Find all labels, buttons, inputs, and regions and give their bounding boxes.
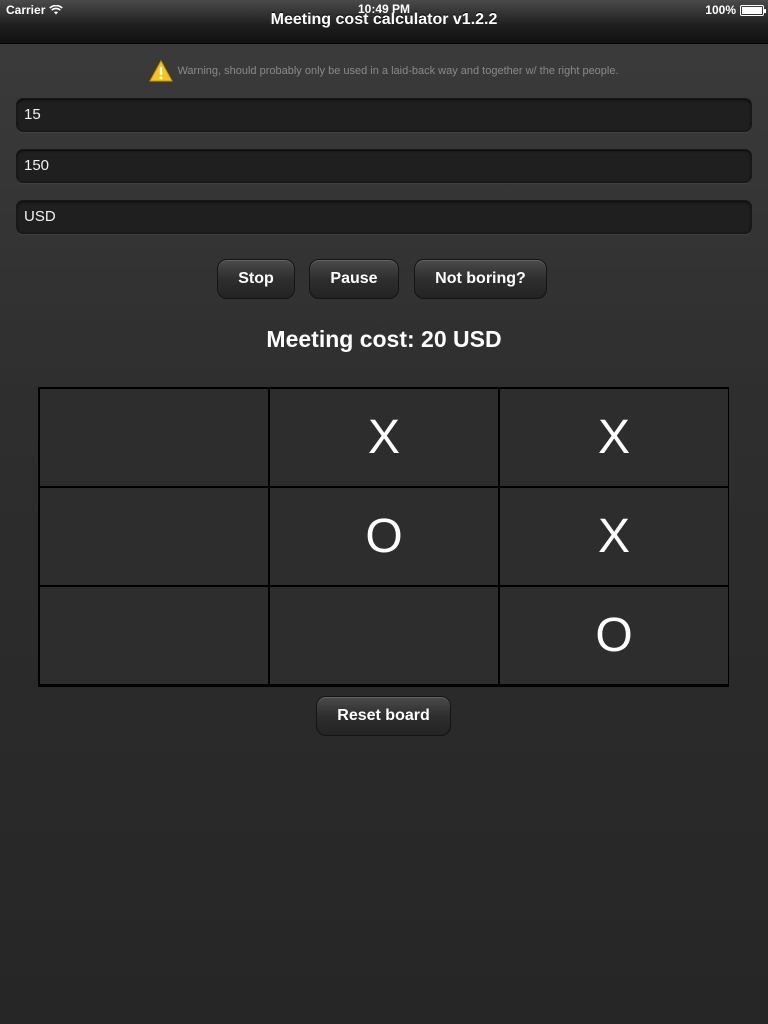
warning-icon [149, 60, 174, 82]
board-cell-1-2[interactable]: X [500, 488, 728, 585]
warning-text: Warning, should probably only be used in… [177, 65, 619, 77]
board-cell-1-1[interactable]: O [270, 488, 498, 585]
currency-input[interactable]: USD [16, 200, 752, 234]
clock: 10:49 PM [357, 2, 411, 16]
board-cell-2-2[interactable]: O [500, 587, 728, 684]
tic-tac-toe-board: X X O X O [38, 387, 729, 687]
board-cell-0-1[interactable]: X [270, 389, 498, 486]
battery-percent: 100% [705, 3, 736, 17]
status-bar: Carrier 10:49 PM 100% [0, 0, 768, 20]
board-cell-0-2[interactable]: X [500, 389, 728, 486]
board-cell-0-0[interactable] [40, 389, 268, 486]
warning-message: Warning, should probably only be used in… [0, 60, 768, 82]
board-cell-2-0[interactable] [40, 587, 268, 684]
attendees-input[interactable]: 15 [16, 98, 752, 132]
stop-button[interactable]: Stop [217, 259, 295, 299]
battery-indicator: 100% [705, 3, 766, 17]
hourly-rate-input[interactable]: 150 [16, 149, 752, 183]
battery-icon [740, 4, 766, 16]
pause-button[interactable]: Pause [309, 259, 399, 299]
board-cell-1-0[interactable] [40, 488, 268, 585]
board-cell-2-1[interactable] [270, 587, 498, 684]
not-boring-button[interactable]: Not boring? [414, 259, 547, 299]
meeting-cost-label: Meeting cost: 20 USD [266, 326, 502, 352]
reset-board-button[interactable]: Reset board [316, 696, 451, 736]
